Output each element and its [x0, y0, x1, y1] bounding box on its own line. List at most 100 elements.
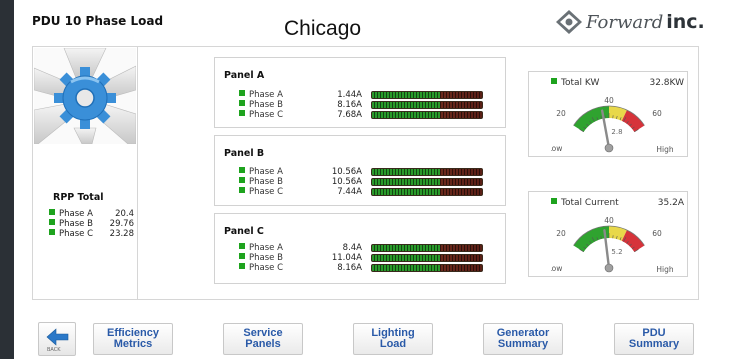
status-square [239, 167, 245, 173]
back-label: BACK [47, 347, 61, 353]
phase-load-bar [371, 264, 483, 272]
nav-label-line2: Load [379, 338, 407, 350]
total-kw-gauge-card: Total KW 32.8KW 402060LowHigh2.8 [528, 71, 688, 157]
gauge-high-label: High [656, 145, 673, 154]
gauge-low-label: Low [551, 264, 562, 273]
status-square [551, 198, 557, 204]
pdu-summary-button[interactable]: PDU Summary [614, 323, 694, 355]
panel-a-card: Panel A Phase A 1.44A Phase B 8.16A Phas… [214, 57, 506, 128]
nav-label-line2: Summary [497, 338, 549, 350]
gauge-tick-label: 40 [604, 96, 614, 105]
rpp-phase-label: Phase B [59, 219, 93, 229]
phase-label: Phase A [249, 167, 283, 177]
forward-logo: Forward inc. [554, 8, 705, 36]
generator-summary-button[interactable]: Generator Summary [483, 323, 563, 355]
lighting-load-button[interactable]: Lighting Load [353, 323, 433, 355]
status-square [239, 110, 245, 116]
gauge-yellow-band [608, 106, 627, 122]
gauge-center-readout: 2.8 [611, 128, 622, 136]
rpp-phase-value: 23.28 [109, 229, 134, 239]
phase-load-bar [371, 178, 483, 186]
efficiency-metrics-button[interactable]: Efficiency Metrics [93, 323, 173, 355]
phase-value: 7.44A [337, 187, 362, 197]
gauge-red-band [621, 230, 645, 253]
total-current-gauge-card: Total Current 35.2A 402060LowHigh5.2 [528, 191, 688, 277]
rpp-phase-value: 20.4 [115, 209, 134, 219]
phase-label: Phase B [249, 253, 283, 263]
panel-c-card: Panel C Phase A 8.4A Phase B 11.04A Phas… [214, 213, 506, 284]
phase-row: Phase C 7.44A [239, 187, 509, 197]
gauge-center-readout: 5.2 [611, 248, 622, 256]
phase-value: 10.56A [331, 177, 362, 187]
rpp-phase-label: Phase C [59, 229, 94, 239]
gauge-tick-label: 20 [556, 109, 566, 118]
nav-label-line2: Panels [245, 338, 281, 350]
phase-value: 11.04A [331, 253, 362, 263]
status-square [239, 187, 245, 193]
phase-load-bar [371, 168, 483, 176]
phase-label: Phase B [249, 100, 283, 110]
logo-text-forward: Forward [586, 11, 664, 33]
total-kw-gauge: 40 20 60 Low High 2.8 [551, 96, 674, 154]
gauge-hub [604, 143, 614, 153]
phase-label: Phase A [249, 90, 283, 100]
status-square [551, 78, 557, 84]
phase-value: 10.56A [331, 167, 362, 177]
rpp-total-title: RPP Total [53, 192, 104, 203]
status-square [49, 209, 55, 215]
rpp-phase-label: Phase A [59, 209, 93, 219]
logo-text-inc: inc. [666, 11, 705, 33]
phase-row: Phase A 1.44A [239, 90, 509, 100]
phase-label: Phase B [249, 177, 283, 187]
phase-load-bar [371, 244, 483, 252]
phase-row: Phase A 10.56A [239, 167, 509, 177]
phase-load-bar [371, 101, 483, 109]
phase-row: Phase C 7.68A [239, 110, 509, 120]
dashboard-frame: PDU 10 Phase Load Chicago Forward inc. R… [14, 0, 745, 359]
gauge-hub [604, 263, 614, 273]
phase-row: Phase C 8.16A [239, 263, 509, 273]
phase-load-bar [371, 188, 483, 196]
phase-load-bar [371, 91, 483, 99]
puzzle-logo-icon [556, 10, 582, 34]
nav-label-line2: Metrics [113, 338, 153, 350]
phase-label: Phase C [249, 187, 284, 197]
phase-load-bar [371, 254, 483, 262]
rpp-total-card: RPP Total Phase A 20.4 Phase B 29.76 Pha… [33, 47, 138, 300]
total-current-gauge: 40 20 60 Low High 5.2 [551, 216, 674, 274]
status-square [239, 263, 245, 269]
rpp-phase-value: 29.76 [109, 219, 134, 229]
arrow-left-icon [46, 328, 69, 346]
gauge-yellow-band [608, 226, 627, 242]
status-square [239, 100, 245, 106]
panel-title: Panel C [224, 226, 264, 237]
phase-row: Phase B 10.56A [239, 177, 509, 187]
phase-row: Phase B 8.16A [239, 100, 509, 110]
status-square [49, 229, 55, 235]
panel-b-card: Panel B Phase A 10.56A Phase B 10.56A Ph… [214, 135, 506, 206]
gauge-low-label: Low [551, 144, 562, 153]
gauge-tick-label: 40 [604, 216, 614, 225]
puzzle-gear-image [34, 48, 136, 144]
gauge-tick-label: 60 [652, 229, 662, 238]
status-square [239, 177, 245, 183]
phase-label: Phase C [249, 263, 284, 273]
panel-title: Panel A [224, 70, 265, 81]
phase-value: 1.44A [337, 90, 362, 100]
status-square [239, 253, 245, 259]
phase-load-bar [371, 111, 483, 119]
city-title: Chicago [284, 17, 362, 40]
gauge-tick-label: 60 [652, 109, 662, 118]
phase-value: 8.4A [342, 243, 362, 253]
service-panels-button[interactable]: Service Panels [223, 323, 303, 355]
gauge-high-label: High [656, 265, 673, 274]
phase-value: 8.16A [337, 263, 362, 273]
phase-label: Phase A [249, 243, 283, 253]
page-title: PDU 10 Phase Load [32, 14, 164, 28]
status-square [239, 243, 245, 249]
main-content: RPP Total Phase A 20.4 Phase B 29.76 Pha… [32, 46, 699, 300]
nav-label-line2: Summary [628, 338, 680, 350]
phase-row: Phase A 8.4A [239, 243, 509, 253]
gauge-tick-label: 20 [556, 229, 566, 238]
back-button[interactable]: BACK [38, 322, 76, 356]
